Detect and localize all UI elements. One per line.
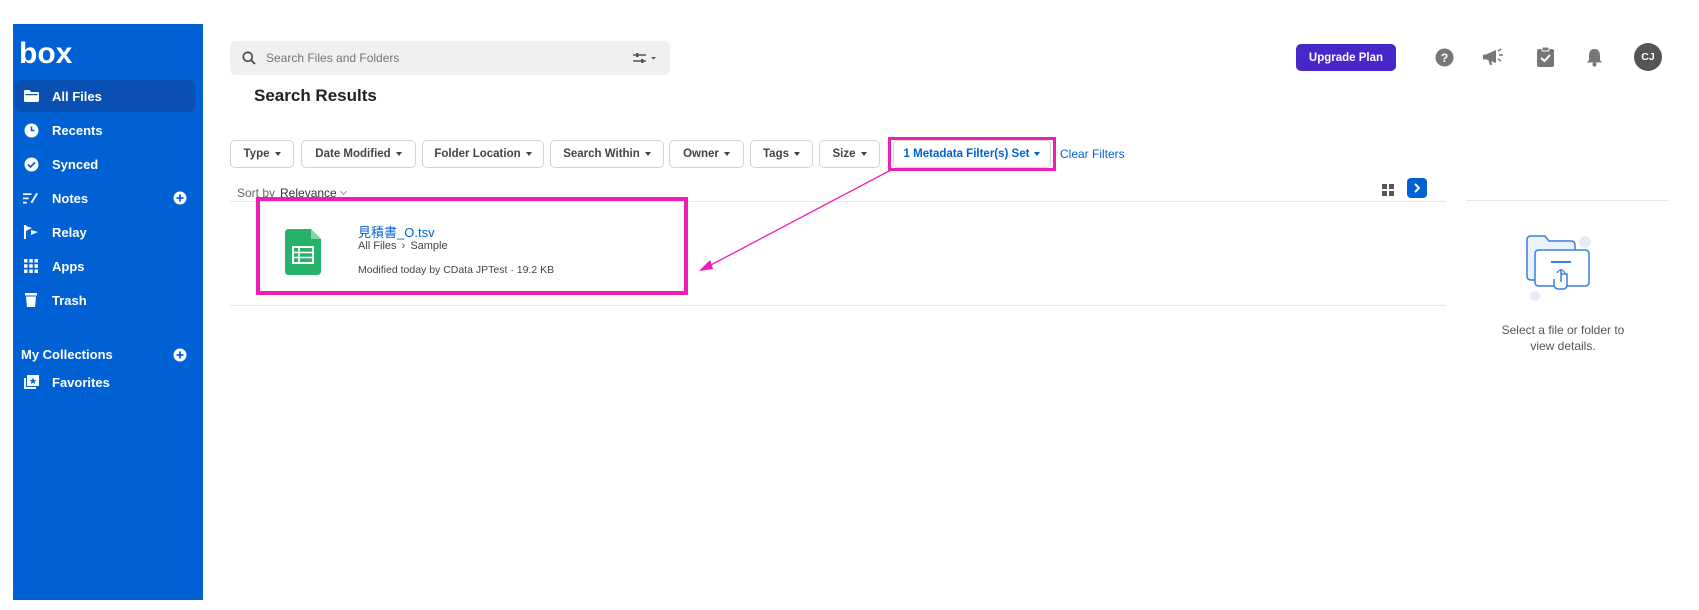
annotation-arrow — [699, 169, 892, 271]
details-empty-message: Select a file or folder to view details. — [1501, 323, 1625, 353]
select-item-illustration-icon — [1526, 235, 1591, 301]
app-frame: box All Files Recents Synced Notes Relay… — [13, 24, 1686, 600]
